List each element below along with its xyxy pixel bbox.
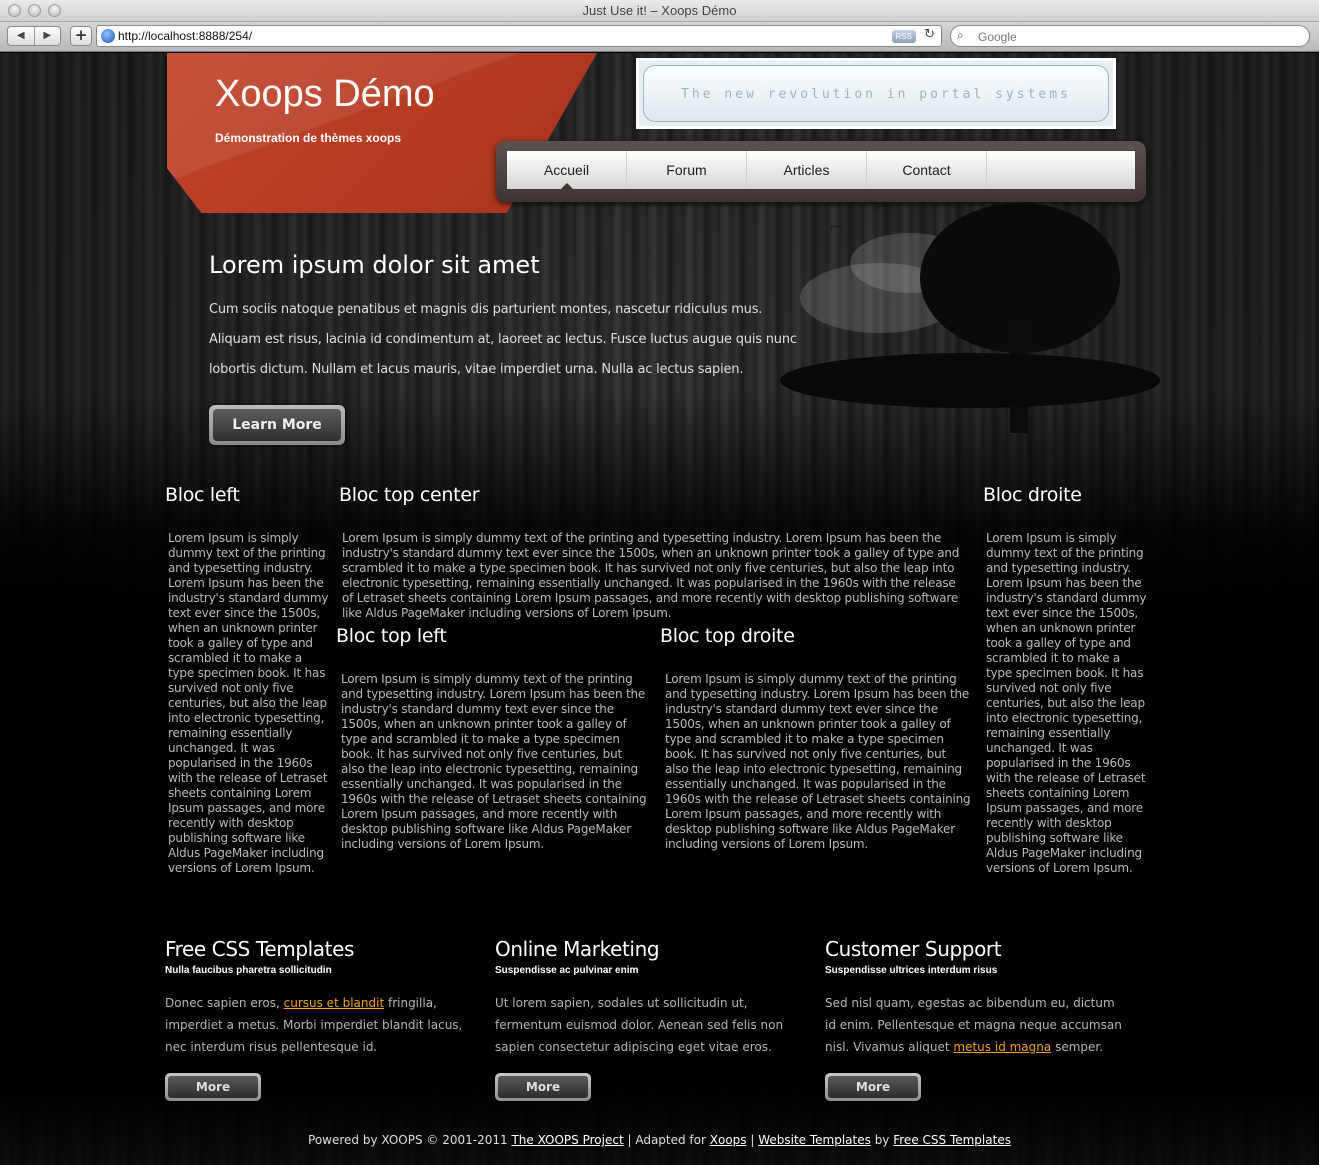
menu-item-accueil[interactable]: Accueil — [507, 151, 627, 189]
bloc-top-right-text: Lorem Ipsum is simply dummy text of the … — [665, 672, 971, 851]
address-text[interactable]: http://localhost:8888/254/ — [118, 29, 252, 43]
bloc-right-title: Bloc droite — [983, 484, 1082, 506]
menu-item-articles[interactable]: Articles — [747, 151, 867, 189]
bloc-left-title: Bloc left — [165, 484, 240, 506]
bloc-left-text: Lorem Ipsum is simply dummy text of the … — [168, 531, 329, 875]
learn-more-label: Learn More — [213, 409, 341, 441]
page-viewport: Xoops Démo Démonstration de thèmes xoops… — [0, 53, 1319, 1165]
hero-title: Lorem ipsum dolor sit amet — [209, 251, 540, 279]
bloc-top-left-title: Bloc top left — [336, 625, 447, 647]
learn-more-button[interactable]: Learn More — [209, 405, 345, 445]
column-3-text: Sed nisl quam, egestas ac bibendum eu, d… — [825, 996, 1122, 1054]
window-titlebar: Just Use it! – Xoops Démo — [0, 0, 1319, 22]
globe-icon — [101, 29, 115, 43]
history-buttons: ◀ ▶ — [7, 26, 61, 46]
bloc-top-center-text: Lorem Ipsum is simply dummy text of the … — [342, 531, 960, 620]
window-title: Just Use it! – Xoops Démo — [582, 3, 737, 18]
website-templates-link[interactable]: Website Templates — [758, 1133, 871, 1147]
address-bar[interactable]: http://localhost:8888/254/ RSS ↻ — [96, 25, 942, 47]
column-2-title: Online Marketing — [495, 937, 660, 961]
menu-bar: Accueil Forum Articles Contact — [507, 151, 1135, 189]
hero-text: Cum sociis natoque penatibus et magnis d… — [209, 302, 797, 377]
reload-icon[interactable]: ↻ — [924, 27, 935, 42]
site-slogan: Démonstration de thèmes xoops — [215, 131, 402, 145]
xoops-link[interactable]: Xoops — [710, 1133, 747, 1147]
search-field[interactable]: ⌕ Google — [950, 25, 1310, 47]
xoops-project-link[interactable]: The XOOPS Project — [511, 1133, 623, 1147]
browser-toolbar: ◀ ▶ + http://localhost:8888/254/ RSS ↻ ⌕… — [0, 22, 1319, 52]
add-bookmark-button[interactable]: + — [70, 26, 92, 46]
column-1-more-button[interactable]: More — [165, 1073, 261, 1101]
rss-button[interactable]: RSS — [891, 30, 916, 43]
column-3-title: Customer Support — [825, 937, 1002, 961]
tree-illustration: ⌒ ⌒ — [760, 203, 1180, 463]
column-3-subtitle: Suspendisse ultrices interdum risus — [825, 965, 998, 976]
search-icon[interactable]: ⌕ — [957, 28, 964, 43]
banner-text: The new revolution in portal systems — [681, 87, 1071, 102]
free-css-templates-link[interactable]: Free CSS Templates — [893, 1133, 1011, 1147]
column-3-more-button[interactable]: More — [825, 1073, 921, 1101]
column-1-title: Free CSS Templates — [165, 937, 354, 961]
column-2-subtitle: Suspendisse ac pulvinar enim — [495, 965, 639, 976]
bloc-top-left-text: Lorem Ipsum is simply dummy text of the … — [341, 672, 647, 851]
footer: Powered by XOOPS © 2001-2011 The XOOPS P… — [308, 1133, 1011, 1147]
bloc-right-text: Lorem Ipsum is simply dummy text of the … — [986, 531, 1147, 875]
forward-button[interactable]: ▶ — [33, 27, 61, 45]
menu-item-contact[interactable]: Contact — [867, 151, 987, 189]
site-title[interactable]: Xoops Démo — [215, 73, 435, 116]
menu-item-forum[interactable]: Forum — [627, 151, 747, 189]
bloc-top-right-title: Bloc top droite — [660, 625, 795, 647]
main-menu: Accueil Forum Articles Contact — [496, 141, 1146, 202]
bloc-top-center-title: Bloc top center — [339, 484, 480, 506]
column-2-text: Ut lorem sapien, sodales ut sollicitudin… — [495, 996, 784, 1054]
column-1-text: Donec sapien eros, cursus et blandit fri… — [165, 996, 463, 1054]
column-1-subtitle: Nulla faucibus pharetra sollicitudin — [165, 965, 332, 976]
back-button[interactable]: ◀ — [8, 27, 34, 45]
banner-ad[interactable]: The new revolution in portal systems — [636, 58, 1116, 129]
column-3-link[interactable]: metus id magna — [953, 1040, 1051, 1054]
column-1-link[interactable]: cursus et blandit — [284, 996, 385, 1010]
column-2-more-button[interactable]: More — [495, 1073, 591, 1101]
search-placeholder: Google — [978, 30, 1017, 44]
